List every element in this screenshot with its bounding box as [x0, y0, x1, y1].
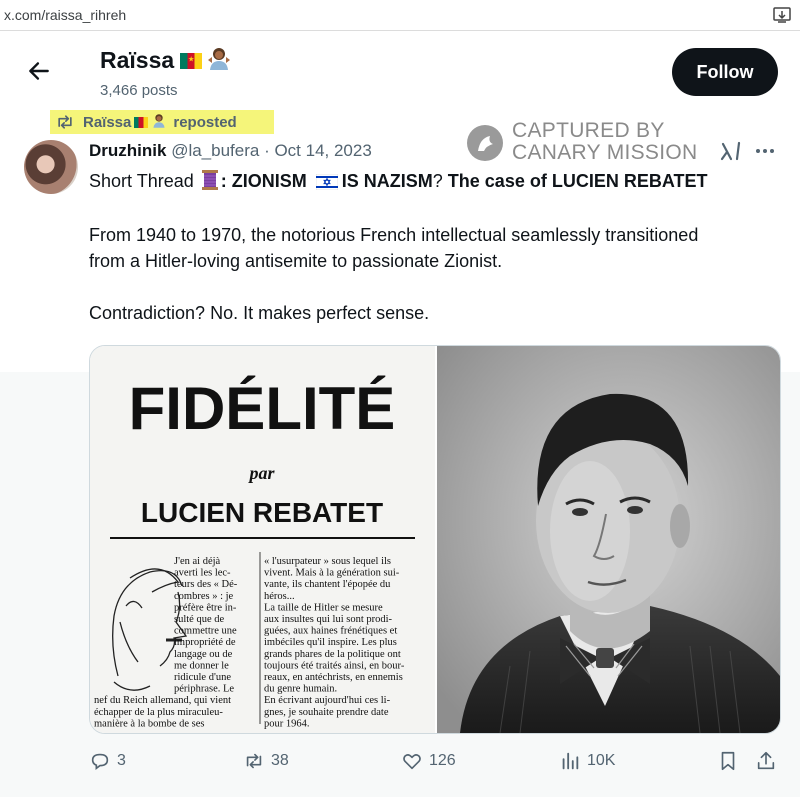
grok-icon[interactable]	[720, 140, 742, 162]
cameroon-flag-icon	[134, 117, 149, 128]
url-text[interactable]: x.com/raissa_rihreh	[4, 7, 126, 23]
tweet-author-row: Druzhinik @la_bufera · Oct 14, 2023	[89, 141, 372, 161]
newspaper-line: commettre une	[174, 626, 237, 637]
tweet-line-1: Short Thread : ZIONISM IS NAZISM? The ca…	[89, 168, 708, 194]
tweet-paragraph-2: From 1940 to 1970, the notorious French …	[89, 225, 699, 271]
newspaper-line: langage ou de	[174, 649, 233, 660]
profile-name-text: Raïssa	[100, 47, 175, 73]
canary-logo-icon	[467, 125, 503, 161]
newspaper-line: échapper de la plus miraculeu-	[94, 707, 223, 718]
profile-header: Raïssa 3,466 posts Follow	[0, 36, 800, 108]
newspaper-line: pour 1964.	[264, 718, 310, 729]
newspaper-line: sulté que de	[174, 614, 224, 625]
watermark-line2: CANARY MISSION	[512, 141, 698, 164]
repost-name: Raïssa	[83, 114, 132, 131]
repost-icon	[58, 115, 72, 129]
share-icon	[757, 751, 775, 770]
newspaper-line: manière à la bombe de ses	[94, 718, 205, 729]
tweet-media[interactable]: FIDÉLITÉ par LUCIEN REBATET J'en ai déjà…	[89, 345, 781, 734]
bookmark-button[interactable]	[717, 750, 745, 772]
newspaper-line: impropriété de	[174, 637, 236, 648]
newspaper-line: préfère être in-	[174, 602, 237, 613]
canary-mission-watermark: CAPTURED BY CANARY MISSION	[466, 120, 706, 166]
repost-banner[interactable]: Raïssa reposted	[50, 110, 274, 134]
colon: :	[220, 171, 232, 191]
avatar[interactable]	[24, 140, 78, 194]
newspaper-line: gnes, je souhaite prendre date	[264, 707, 389, 718]
newspaper-line: combres » : je	[174, 591, 234, 602]
newspaper-line: périphrase. Le	[174, 684, 234, 695]
repost-button[interactable]: 38	[243, 750, 289, 772]
newspaper-title: FIDÉLITÉ	[129, 375, 396, 442]
newspaper-line: « l'usurpateur » sous lequel ils	[264, 556, 391, 567]
repost-count: 38	[271, 752, 289, 769]
newspaper-line: aux insultes qui lui sont prodi-	[264, 614, 393, 625]
portrait-photo	[437, 346, 780, 733]
newspaper-line: La taille de Hitler se mesure	[264, 602, 383, 613]
like-count: 126	[429, 752, 456, 769]
follow-button[interactable]: Follow	[672, 48, 778, 96]
is-nazism-text: IS NAZISM	[341, 171, 433, 191]
newspaper-line: imbéciles qu'il inspire. Les plus	[264, 637, 397, 648]
newspaper-line: teurs des « Dé-	[174, 579, 238, 590]
share-button[interactable]	[755, 750, 783, 772]
watermark-line1: CAPTURED BY	[512, 119, 665, 142]
download-icon[interactable]	[772, 5, 792, 25]
zionism-text: ZIONISM	[231, 171, 307, 191]
view-count: 10K	[587, 752, 616, 769]
newspaper-line: vante, ils chantent l'épopée du	[264, 579, 391, 590]
cameroon-flag-icon	[180, 53, 203, 69]
person-emoji-icon	[208, 48, 231, 70]
arrow-left-icon[interactable]	[26, 58, 52, 84]
case-text: The case of LUCIEN REBATET	[447, 171, 708, 191]
thread-spool-icon	[201, 170, 218, 190]
newspaper-line: toujours été traités ainsi, en bour-	[264, 660, 405, 671]
newspaper-line: héros...	[264, 591, 295, 602]
repost-text: Raïssa reposted	[83, 113, 237, 131]
person-emoji-icon	[153, 114, 165, 128]
tweet-action-bar: 3 38 126 10K	[89, 750, 779, 776]
newspaper-line: vivent. Mais à la génération sui-	[264, 568, 400, 579]
tweet-date[interactable]: Oct 14, 2023	[274, 141, 371, 160]
newspaper-line: grands phares de la politique ont	[264, 649, 401, 660]
author-name[interactable]: Druzhinik	[89, 141, 166, 160]
question-mark: ?	[432, 171, 448, 191]
post-count: 3,466 posts	[100, 82, 178, 99]
more-icon[interactable]	[754, 142, 776, 160]
newspaper-line: ridicule d'une	[174, 672, 231, 683]
newspaper-line: guées, aux haines frénétiques et	[264, 626, 397, 637]
reply-count: 3	[117, 752, 126, 769]
newspaper-line: J'en ai déjà	[174, 556, 221, 567]
newspaper-line: nef du Reich allemand, qui vient	[94, 695, 231, 706]
repost-icon	[246, 753, 262, 769]
newspaper-line: averti les lec-	[174, 568, 231, 579]
newspaper-line: me donner le	[174, 660, 229, 671]
newspaper-line: du genre humain.	[264, 684, 337, 695]
newspaper-column-2: « l'usurpateur » sous lequel ilsvivent. …	[264, 556, 405, 729]
bookmark-icon	[721, 751, 735, 771]
views-button[interactable]: 10K	[559, 750, 615, 772]
newspaper-line: reaux, en antéchrists, en ennemis	[264, 672, 403, 683]
newspaper-author: LUCIEN REBATET	[141, 497, 383, 528]
heart-icon	[403, 754, 421, 770]
reply-icon	[91, 753, 109, 770]
newspaper-line: En écrivant aujourd'hui ces li-	[264, 695, 391, 706]
newspaper-clipping: FIDÉLITÉ par LUCIEN REBATET J'en ai déjà…	[90, 346, 435, 733]
newspaper-by: par	[247, 463, 275, 483]
separator: ·	[259, 141, 275, 160]
browser-url-bar[interactable]: x.com/raissa_rihreh	[0, 0, 800, 31]
tweet-paragraph-3: Contradiction? No. It makes perfect sens…	[89, 303, 430, 323]
author-handle[interactable]: @la_bufera	[171, 141, 259, 160]
reply-button[interactable]: 3	[89, 750, 126, 772]
israel-flag-icon	[315, 174, 338, 190]
watermark-text: CAPTURED BY CANARY MISSION	[512, 120, 697, 164]
thread-prefix: Short Thread	[89, 171, 194, 191]
views-icon	[562, 752, 579, 770]
repost-suffix: reposted	[173, 114, 237, 131]
like-button[interactable]: 126	[401, 750, 456, 772]
profile-name: Raïssa	[100, 46, 232, 74]
